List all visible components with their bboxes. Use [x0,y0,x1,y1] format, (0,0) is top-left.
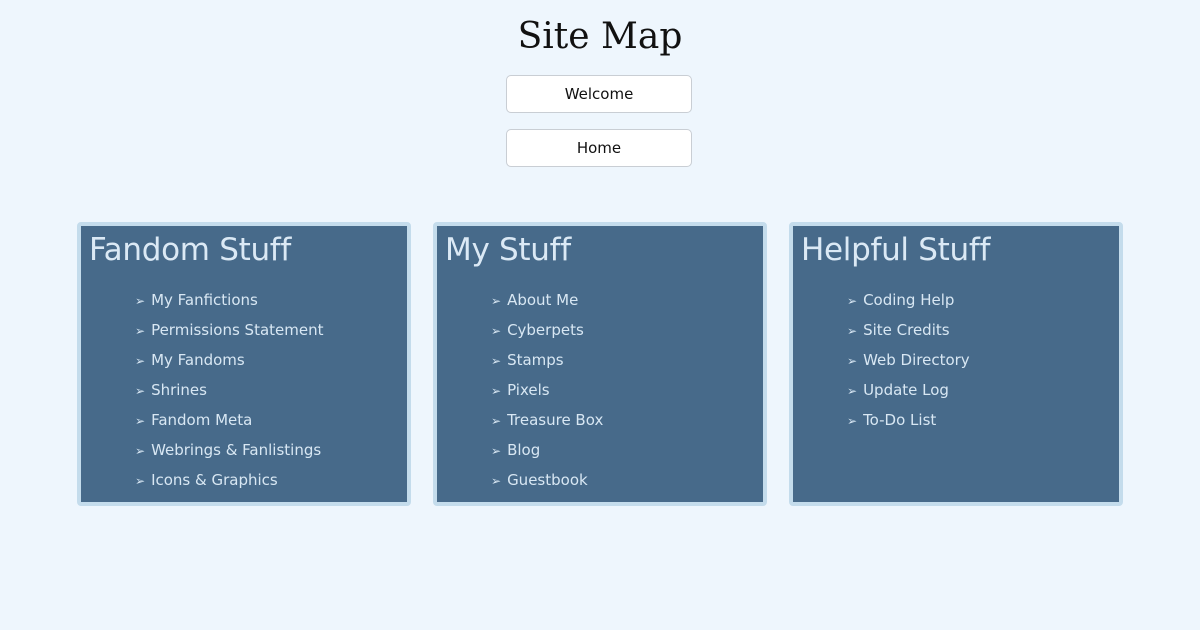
link-label: My Fanfictions [151,291,258,309]
panel-title: Fandom Stuff [89,232,292,268]
link-label: Guestbook [507,471,588,489]
arrow-right-icon: ➢ [491,474,502,488]
link-item[interactable]: ➢ Permissions Statement [135,315,323,345]
arrow-right-icon: ➢ [135,414,146,428]
link-label: Coding Help [863,291,955,309]
arrow-right-icon: ➢ [491,354,502,368]
link-label: Site Credits [863,321,950,339]
arrow-right-icon: ➢ [847,324,858,338]
arrow-right-icon: ➢ [847,354,858,368]
arrow-right-icon: ➢ [135,294,146,308]
arrow-right-icon: ➢ [491,324,502,338]
link-label: Treasure Box [507,411,604,429]
link-item[interactable]: ➢ Treasure Box [491,405,603,435]
arrow-right-icon: ➢ [135,384,146,398]
link-label: Icons & Graphics [151,471,278,489]
link-label: Cyberpets [507,321,584,339]
link-item[interactable]: ➢ Pixels [491,375,603,405]
link-label: Permissions Statement [151,321,324,339]
link-label: My Fandoms [151,351,245,369]
link-item[interactable]: ➢ My Fanfictions [135,285,323,315]
panel-my-stuff: My Stuff ➢ About Me ➢ Cyberpets ➢ Stamps ➢ Pixe… [433,222,767,506]
link-item[interactable]: ➢ About Me [491,285,603,315]
arrow-right-icon: ➢ [491,414,502,428]
link-label: Blog [507,441,541,459]
panel-helpful-stuff: Helpful Stuff ➢ Coding Help ➢ Site Credits ➢… [789,222,1123,506]
arrow-right-icon: ➢ [491,384,502,398]
arrow-right-icon: ➢ [135,354,146,368]
link-label: Pixels [507,381,550,399]
link-label: Stamps [507,351,564,369]
link-label: About Me [507,291,579,309]
link-label: Shrines [151,381,207,399]
arrow-right-icon: ➢ [135,444,146,458]
page-title: Site Map [517,16,683,57]
arrow-right-icon: ➢ [847,414,858,428]
link-list: ➢ About Me ➢ Cyberpets ➢ Stamps ➢ Pixels ➢ Treasu… [491,285,603,495]
arrow-right-icon: ➢ [491,294,502,308]
link-label: Web Directory [863,351,970,369]
panel-fandom-stuff: Fandom Stuff ➢ My Fanfictions ➢ Permissions… [77,222,411,506]
link-item[interactable]: ➢ Guestbook [491,465,603,495]
link-item[interactable]: ➢ My Fandoms [135,345,323,375]
arrow-right-icon: ➢ [847,294,858,308]
link-item[interactable]: ➢ Update Log [847,375,970,405]
link-label: Webrings & Fanlistings [151,441,322,459]
link-item[interactable]: ➢ To-Do List [847,405,970,435]
arrow-right-icon: ➢ [491,444,502,458]
link-list: ➢ My Fanfictions ➢ Permissions Statement ➢ My… [135,285,323,495]
panel-title: Helpful Stuff [801,232,991,268]
arrow-right-icon: ➢ [135,474,146,488]
link-item[interactable]: ➢ Fandom Meta [135,405,323,435]
arrow-right-icon: ➢ [847,384,858,398]
link-item[interactable]: ➢ Site Credits [847,315,970,345]
link-item[interactable]: ➢ Shrines [135,375,323,405]
panel-title: My Stuff [445,232,571,268]
link-item[interactable]: ➢ Cyberpets [491,315,603,345]
link-item[interactable]: ➢ Web Directory [847,345,970,375]
welcome-button[interactable]: Welcome [506,75,692,113]
link-item[interactable]: ➢ Blog [491,435,603,465]
home-button[interactable]: Home [506,129,692,167]
link-item[interactable]: ➢ Stamps [491,345,603,375]
link-label: Update Log [863,381,949,399]
link-item[interactable]: ➢ Webrings & Fanlistings [135,435,323,465]
link-label: To-Do List [863,411,937,429]
link-label: Fandom Meta [151,411,253,429]
link-list: ➢ Coding Help ➢ Site Credits ➢ Web Directory ➢… [847,285,970,435]
arrow-right-icon: ➢ [135,324,146,338]
link-item[interactable]: ➢ Icons & Graphics [135,465,323,495]
link-item[interactable]: ➢ Coding Help [847,285,970,315]
